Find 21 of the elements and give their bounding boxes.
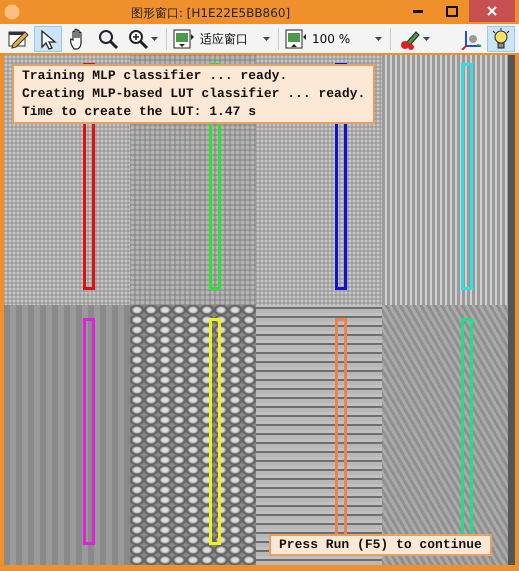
window-title: 图形窗口: [H1E22E5BB860]: [130, 6, 290, 20]
caret-icon: [375, 36, 382, 40]
close-icon: [487, 6, 497, 16]
continue-message: Press Run (F5) to continue: [269, 534, 492, 556]
maximize-icon: [446, 6, 458, 16]
zoom-level-icon: [284, 28, 306, 50]
minimize-icon: [413, 10, 423, 12]
caret-icon: [263, 36, 270, 40]
light-bulb-icon: [490, 28, 512, 50]
status-message: Training MLP classifier ... ready. Creating MLP-based LUT classifier ... ready. Time to create the LUT: 1.47 s: [12, 64, 376, 124]
app-logo-icon: [4, 4, 20, 20]
zoom-dropdown[interactable]: 适应窗口: [197, 26, 273, 52]
zoom-in-icon: [127, 28, 149, 50]
pointer-tool[interactable]: [34, 26, 62, 52]
close-button[interactable]: [469, 0, 515, 22]
caret-icon: [423, 36, 430, 40]
light-bulb-tool[interactable]: [487, 26, 515, 52]
caret-icon: [151, 36, 158, 40]
fit-window-icon: [172, 28, 194, 50]
search-icon: [97, 28, 119, 50]
zoom-dropdown[interactable]: 100 %: [309, 26, 385, 52]
